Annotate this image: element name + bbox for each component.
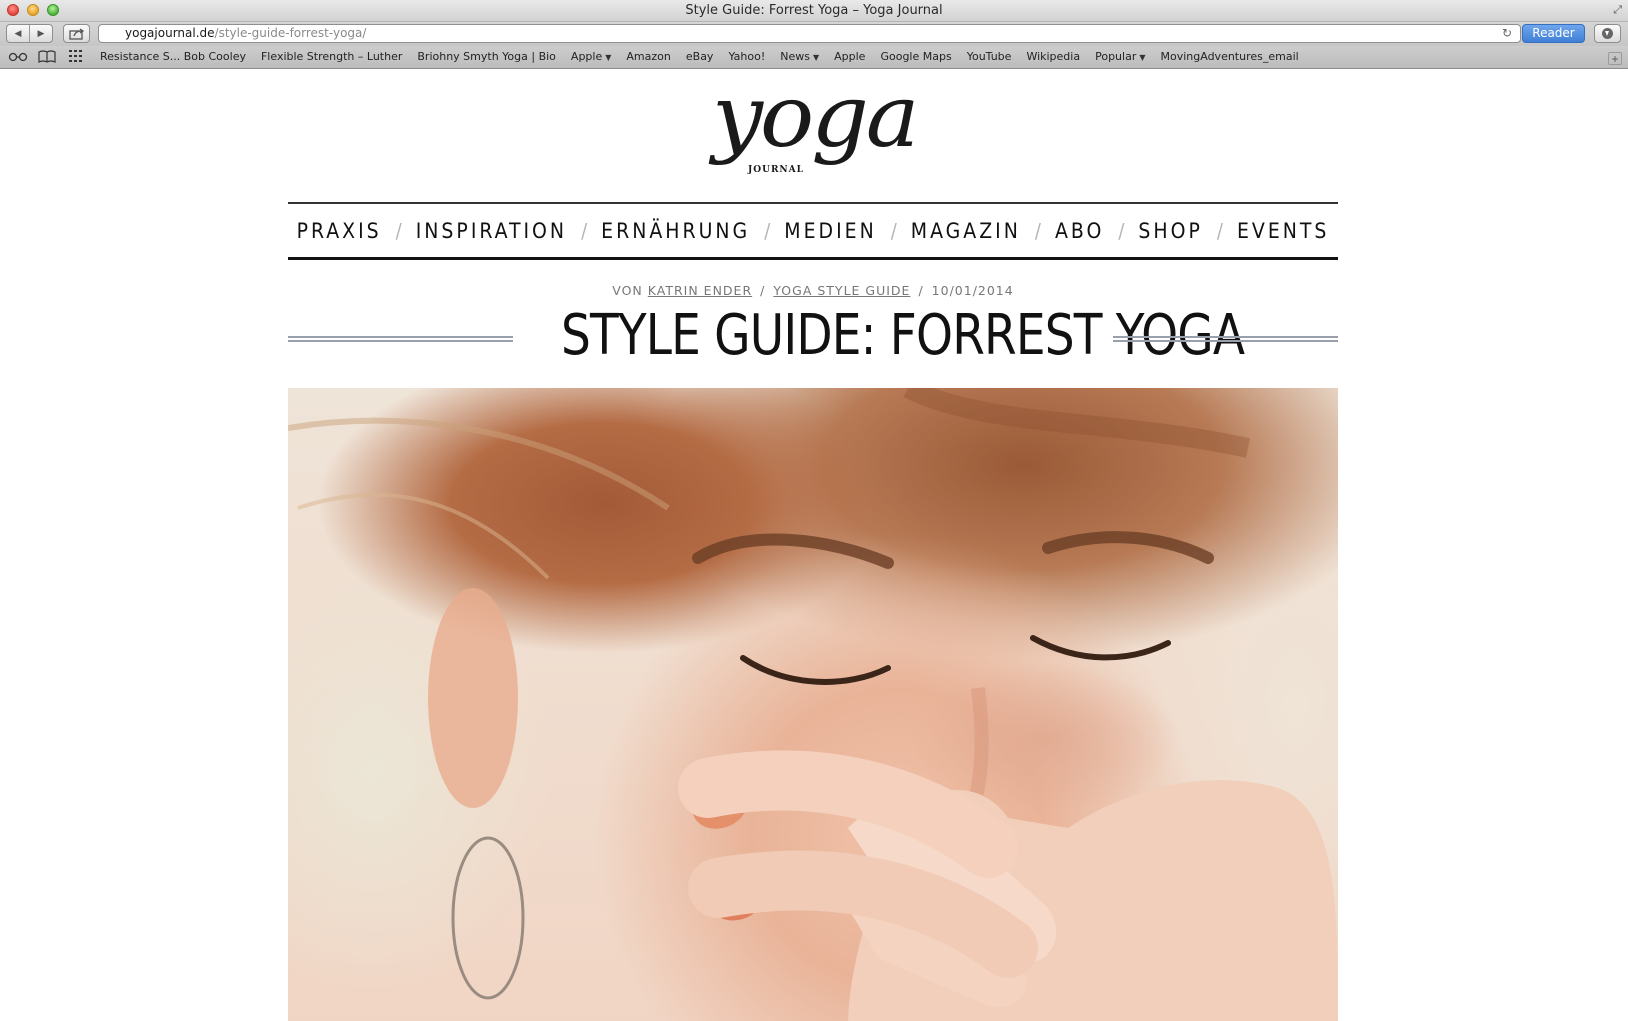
bookmark-label: Wikipedia <box>1026 50 1081 63</box>
title-rule-right <box>1113 336 1338 342</box>
bookmark-item[interactable]: Popular ▼ <box>1095 50 1145 63</box>
bookmark-item[interactable]: MovingAdventures_email <box>1161 50 1299 63</box>
category-link[interactable]: YOGA STYLE GUIDE <box>773 283 910 298</box>
nav-item-shop[interactable]: SHOP <box>1138 219 1202 243</box>
chevron-down-icon: ▼ <box>605 53 612 62</box>
history-nav: ◀ ▶ <box>6 24 53 43</box>
downloads-button[interactable] <box>1594 24 1621 43</box>
title-rule-left <box>288 336 513 342</box>
main-navigation: PRAXIS / INSPIRATION / ERNÄHRUNG / MEDIEN / MAGA… <box>288 204 1338 257</box>
nav-item-medien[interactable]: MEDIEN <box>784 219 876 243</box>
url-domain: yogajournal.de <box>125 26 215 40</box>
nav-separator: / <box>764 218 771 243</box>
bookmark-item[interactable]: Amazon <box>626 50 670 63</box>
bookmark-label: Google Maps <box>880 50 952 63</box>
bookmark-item[interactable]: News ▼ <box>780 50 819 63</box>
nav-item-abo[interactable]: ABO <box>1055 219 1104 243</box>
top-sites-grid-icon[interactable] <box>69 50 83 65</box>
reload-icon[interactable]: ↻ <box>1502 25 1512 42</box>
hero-image <box>288 388 1338 1021</box>
bookmark-label: Amazon <box>626 50 671 63</box>
fullscreen-icon[interactable]: ⤢ <box>1613 4 1622 17</box>
bookmark-item[interactable]: eBay <box>686 50 714 63</box>
download-icon <box>1602 28 1613 39</box>
nav-separator: / <box>581 218 588 243</box>
chevron-down-icon: ▼ <box>1139 53 1146 62</box>
window-title: Style Guide: Forrest Yoga – Yoga Journal <box>685 3 943 18</box>
chevron-down-icon: ▼ <box>812 53 820 62</box>
browser-toolbar: ◀ ▶ yogajournal.de/style-guide-forrest-y… <box>0 22 1628 46</box>
logo-subtitle: JOURNAL <box>748 165 804 175</box>
bookmark-label: Popular <box>1095 50 1137 63</box>
share-button[interactable] <box>63 24 90 43</box>
nav-item-magazin[interactable]: MAGAZIN <box>911 219 1021 243</box>
address-bar[interactable]: yogajournal.de/style-guide-forrest-yoga/… <box>98 24 1521 43</box>
bookmark-item[interactable]: Briohny Smyth Yoga | Bio <box>417 50 556 63</box>
bookmark-item[interactable]: Wikipedia <box>1026 50 1080 63</box>
bookmark-label: YouTube <box>966 50 1012 63</box>
bookmark-item[interactable]: Resistance S... Bob Cooley <box>100 50 246 63</box>
web-page: yoga JOURNAL PRAXIS / INSPIRATION / ERNÄHRUN… <box>0 69 1628 1021</box>
article-date: 10/01/2014 <box>931 283 1014 298</box>
bookmark-label: Yahoo! <box>728 50 766 63</box>
nav-separator: / <box>1034 218 1041 243</box>
nav-item-events[interactable]: EVENTS <box>1237 219 1329 243</box>
bookmark-item[interactable]: Apple ▼ <box>571 50 611 63</box>
share-icon <box>68 27 84 40</box>
nav-item-praxis[interactable]: PRAXIS <box>297 219 382 243</box>
bookmark-item[interactable]: Google Maps <box>880 50 951 63</box>
reader-button[interactable]: Reader <box>1522 24 1585 43</box>
url-path: /style-guide-forrest-yoga/ <box>214 26 367 40</box>
bookmark-item[interactable]: Apple <box>834 50 865 63</box>
bookmark-label: Apple <box>834 50 866 63</box>
nav-separator: / <box>395 218 402 243</box>
bookmark-item[interactable]: YouTube <box>967 50 1012 63</box>
bookmark-item[interactable]: Flexible Strength – Luther <box>261 50 402 63</box>
article-meta: VON KATRIN ENDER / YOGA STYLE GUIDE/10/01/… <box>612 283 1014 298</box>
bookmark-item[interactable]: Yahoo! <box>728 50 765 63</box>
article-title: STYLE GUIDE: FORREST YOGA <box>561 303 1245 368</box>
bookmark-label: Briohny Smyth Yoga | Bio <box>417 50 556 63</box>
reading-list-icon[interactable] <box>8 50 28 65</box>
nav-separator: / <box>890 218 897 243</box>
hero-photo-illustration <box>288 388 1338 1021</box>
bookmark-label: Apple <box>570 50 603 63</box>
author-link[interactable]: KATRIN ENDER <box>648 283 752 298</box>
bookmarks-book-icon[interactable] <box>38 50 56 66</box>
bookmarks-bar: Resistance S... Bob Cooley Flexible Stren… <box>0 46 1628 69</box>
nav-item-ernährung[interactable]: ERNÄHRUNG <box>601 219 750 243</box>
bookmark-label: Flexible Strength – Luther <box>260 50 403 63</box>
back-arrow-icon[interactable]: ◀ <box>7 25 29 42</box>
nav-item-inspiration[interactable]: INSPIRATION <box>416 219 567 243</box>
bookmark-label: MovingAdventures_email <box>1160 50 1299 63</box>
window-titlebar: Style Guide: Forrest Yoga – Yoga Journal… <box>0 0 1628 22</box>
bookmark-label: Resistance S... Bob Cooley <box>100 50 246 63</box>
nav-separator: / <box>1216 218 1223 243</box>
logo-word: yoga <box>712 69 920 167</box>
add-bookmark-icon[interactable]: + <box>1608 52 1622 65</box>
byline-prefix: VON <box>612 283 643 298</box>
nav-bottom-rule <box>288 257 1338 260</box>
bookmark-label: eBay <box>685 50 714 63</box>
bookmark-label: News <box>780 50 810 63</box>
bookmark-list: Resistance S... Bob Cooley Flexible Stren… <box>100 50 1299 63</box>
site-logo[interactable]: yoga JOURNAL <box>712 69 920 175</box>
nav-separator: / <box>1118 218 1125 243</box>
forward-arrow-icon[interactable]: ▶ <box>29 25 52 42</box>
